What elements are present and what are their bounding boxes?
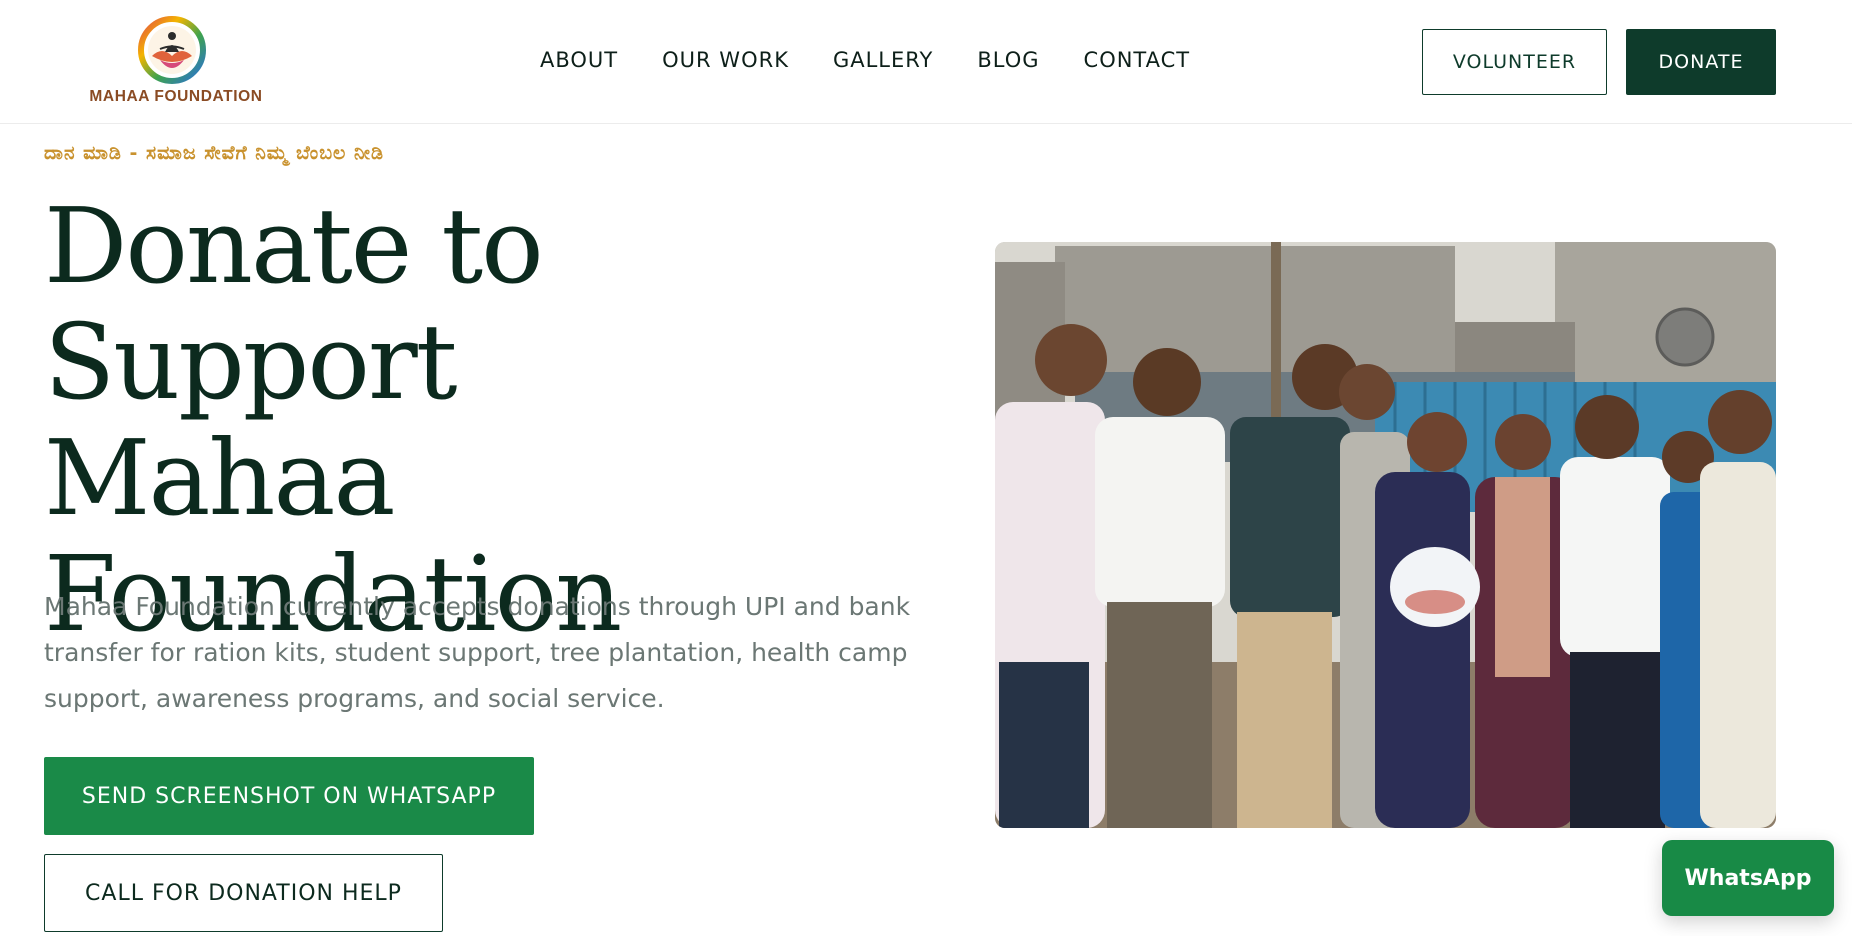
nav-item-contact[interactable]: CONTACT [1084, 48, 1191, 72]
hero-photo [995, 242, 1776, 828]
main-nav: ABOUT OUR WORK GALLERY BLOG CONTACT [540, 48, 1234, 72]
lotus-meditation-icon [138, 16, 206, 84]
volunteer-button[interactable]: VOLUNTEER [1422, 29, 1607, 95]
donate-button[interactable]: DONATE [1626, 29, 1776, 95]
send-screenshot-whatsapp-button[interactable]: SEND SCREENSHOT ON WHATSAPP [44, 757, 534, 835]
hero-title: Donate to Support Mahaa Foundation [44, 188, 944, 652]
site-header: MAHAA FOUNDATION ABOUT OUR WORK GALLERY … [0, 0, 1852, 124]
ration-distribution-photo [995, 242, 1776, 828]
logo-wordmark: MAHAA FOUNDATION [89, 88, 263, 105]
hero-title-line-1: Donate to Support [44, 185, 544, 423]
nav-item-about[interactable]: ABOUT [540, 48, 618, 72]
nav-item-blog[interactable]: BLOG [977, 48, 1039, 72]
floating-whatsapp-button[interactable]: WhatsApp [1662, 840, 1834, 916]
call-donation-help-button[interactable]: CALL FOR DONATION HELP [44, 854, 443, 932]
hero-description: Mahaa Foundation currently accepts donat… [44, 592, 911, 713]
nav-item-our-work[interactable]: OUR WORK [662, 48, 789, 72]
hero-kicker: ದಾನ ಮಾಡಿ - ಸಮಾಜ ಸೇವೆಗೆ ನಿಮ್ಮ ಬೆಂಬಲ ನೀಡಿ [44, 142, 384, 164]
site-logo[interactable]: MAHAA FOUNDATION [88, 14, 264, 110]
nav-item-gallery[interactable]: GALLERY [833, 48, 933, 72]
hero-title-line-2: Mahaa [44, 417, 395, 539]
